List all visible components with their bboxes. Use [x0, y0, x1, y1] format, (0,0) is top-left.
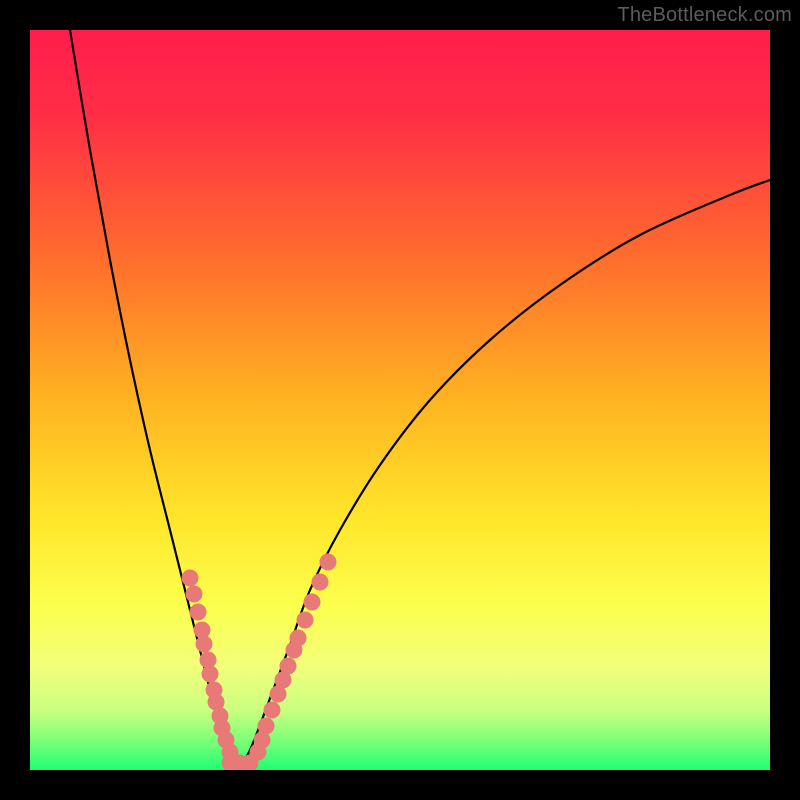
chart-svg [30, 30, 770, 770]
marker-dot [297, 612, 314, 629]
marker-dot [290, 630, 307, 647]
marker-dot [196, 636, 213, 653]
marker-dot [304, 594, 321, 611]
marker-dot [186, 586, 203, 603]
background-rect [30, 30, 770, 770]
plot-area [30, 30, 770, 770]
marker-dot [280, 658, 297, 675]
marker-dot [258, 718, 275, 735]
marker-dot [320, 554, 337, 571]
marker-dot [312, 574, 329, 591]
watermark-text: TheBottleneck.com [617, 4, 792, 27]
chart-container: TheBottleneck.com [0, 0, 800, 800]
marker-dot [190, 604, 207, 621]
marker-dot [264, 702, 281, 719]
marker-dot [202, 666, 219, 683]
marker-dot [182, 570, 199, 587]
